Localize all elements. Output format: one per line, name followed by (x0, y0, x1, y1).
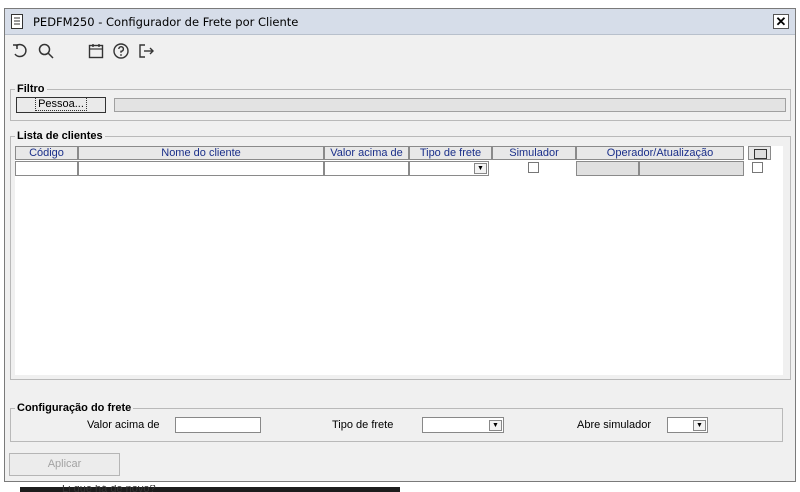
pessoa-button-label: Pessoa... (35, 97, 87, 111)
select-all-icon (754, 149, 767, 159)
row-select-checkbox[interactable] (752, 162, 763, 173)
codigo-cell[interactable] (15, 161, 78, 176)
col-header-simulador[interactable]: Simulador (492, 146, 576, 160)
clientes-table: Código Nome do cliente Valor acima de Ti… (15, 146, 783, 375)
col-header-codigo[interactable]: Código (15, 146, 78, 160)
simulador-label: Abre simulador (577, 419, 651, 431)
clientes-legend: Lista de clientes (17, 130, 103, 142)
search-icon[interactable] (37, 42, 55, 60)
window-title: PEDFM250 - Configurador de Frete por Cli… (33, 15, 299, 29)
simulador-checkbox[interactable] (528, 162, 539, 173)
col-header-valor[interactable]: Valor acima de (324, 146, 409, 160)
col-header-select-all[interactable] (748, 146, 771, 160)
tipo-frete-dropdown[interactable]: ▼ (422, 417, 504, 433)
close-icon: ✕ (775, 14, 787, 29)
aplicar-button[interactable]: Aplicar (9, 453, 120, 476)
col-header-operador[interactable]: Operador/Atualização (576, 146, 744, 160)
title-bar: PEDFM250 - Configurador de Frete por Cli… (5, 9, 795, 35)
calendar-icon[interactable] (87, 42, 105, 60)
help-icon[interactable] (112, 42, 130, 60)
valor-label: Valor acima de (87, 419, 160, 431)
col-header-nome[interactable]: Nome do cliente (78, 146, 324, 160)
tipo-label: Tipo de frete (332, 419, 394, 431)
valor-cell[interactable] (324, 161, 409, 176)
toolbar (5, 35, 795, 66)
config-legend: Configuração do frete (17, 402, 132, 414)
chevron-down-icon[interactable]: ▼ (489, 420, 502, 431)
filtro-legend: Filtro (17, 83, 45, 95)
pessoa-button[interactable]: Pessoa... (16, 97, 106, 113)
close-button[interactable]: ✕ (773, 14, 789, 29)
document-icon (11, 14, 23, 29)
nome-cell[interactable] (78, 161, 324, 176)
undo-icon[interactable] (11, 42, 29, 60)
exit-icon[interactable] (137, 42, 155, 60)
operador-cell (576, 161, 639, 176)
tipo-dropdown[interactable]: ▼ (409, 161, 489, 176)
abre-simulador-dropdown[interactable]: ▼ (667, 417, 708, 433)
chevron-down-icon[interactable]: ▼ (474, 163, 487, 174)
atualizacao-cell (639, 161, 744, 176)
background-text: Li que há de novo? (62, 485, 156, 492)
dialog-window: PEDFM250 - Configurador de Frete por Cli… (4, 8, 796, 482)
pessoa-field (114, 98, 786, 112)
chevron-down-icon[interactable]: ▼ (693, 420, 706, 431)
col-header-tipo[interactable]: Tipo de frete (409, 146, 492, 160)
valor-input[interactable] (175, 417, 261, 433)
